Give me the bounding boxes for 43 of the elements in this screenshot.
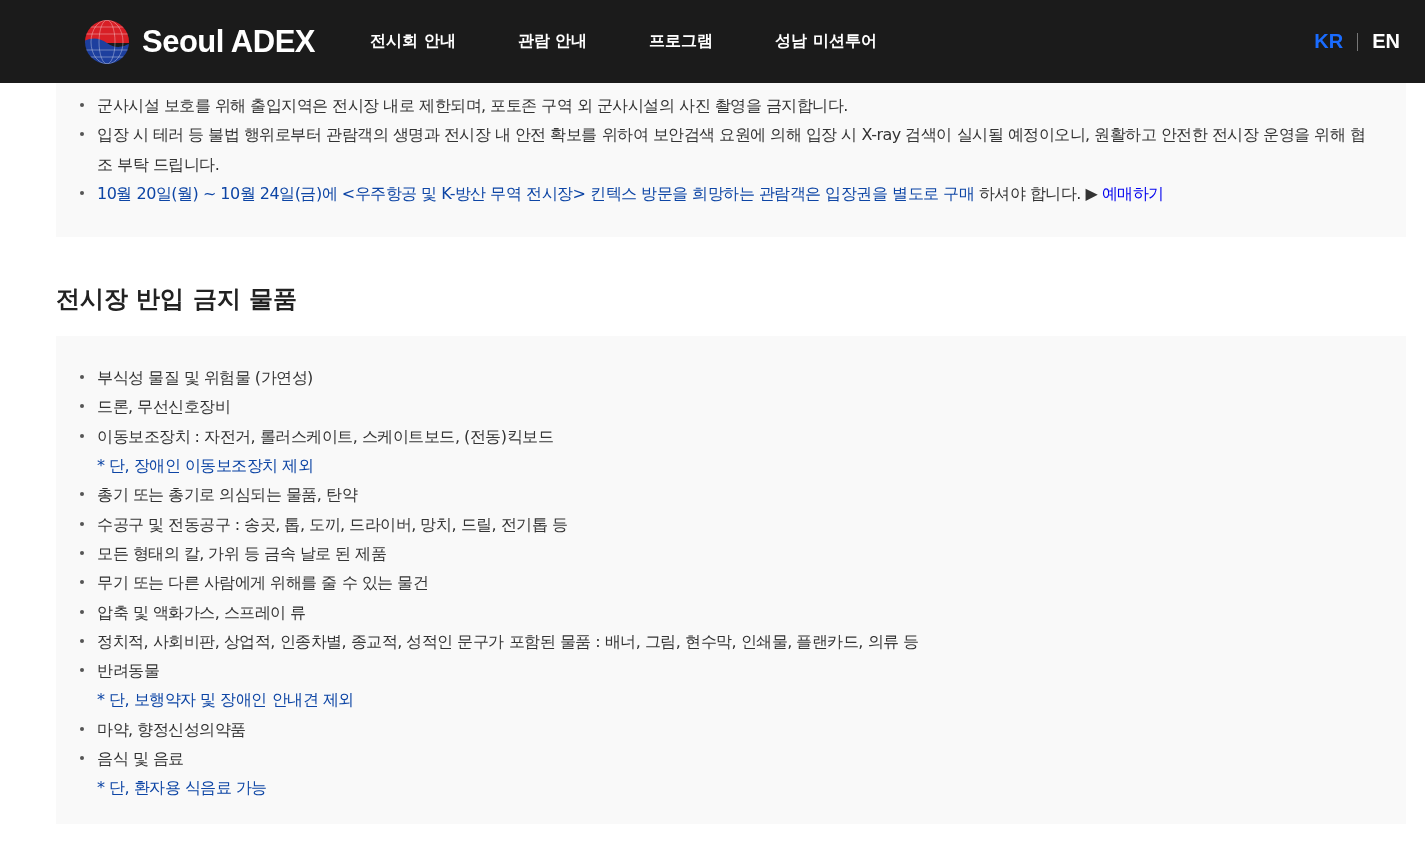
- nav-link[interactable]: 전시회 안내: [370, 31, 456, 52]
- banned-item-text: 총기 또는 총기로 의심되는 물품, 탄약: [97, 484, 357, 507]
- banned-item-text: 압축 및 액화가스, 스프레이 류: [97, 601, 306, 624]
- brand-name[interactable]: Seoul ADEX: [142, 23, 315, 60]
- bullet-icon: [80, 521, 84, 526]
- nav-link[interactable]: 성남 미션투어: [775, 31, 877, 52]
- exception-note: * 단, 보행약자 및 장애인 안내견 제외: [97, 689, 354, 712]
- banned-item-text: 수공구 및 전동공구 : 송곳, 톱, 도끼, 드라이버, 망치, 드릴, 전기톱 등: [97, 513, 568, 536]
- bullet-icon: [80, 433, 84, 438]
- notice-text: 입장 시 테러 등 불법 행위로부터 관람객의 생명과 전시장 내 안전 확보를 위하여 보안검색 요원에 의해 입장 시 X-ray 검색이 실시될 예정이오니, 원활하고 안전한 전시장 운영을 위해 협조 부탁 드립니다.: [97, 124, 1366, 176]
- language-link[interactable]: KR: [1314, 30, 1344, 53]
- bullet-icon: [80, 638, 84, 643]
- banned-item-text: 정치적, 사회비판, 상업적, 인종차별, 종교적, 성적인 문구가 포함된 물품 : 배너, 그림, 현수막, 인쇄물, 플랜카드, 의류 등: [97, 630, 919, 653]
- bullet-icon: [80, 756, 84, 761]
- bullet-icon: [80, 103, 84, 107]
- banned-item-text: 이동보조장치 : 자전거, 롤러스케이트, 스케이트보드, (전동)킥보드: [97, 425, 554, 448]
- exception-note: * 단, 환자용 식음료 가능: [97, 777, 267, 800]
- banned-item-text: 반려동물: [97, 660, 159, 683]
- banned-item-text: 모든 형태의 칼, 가위 등 금속 날로 된 제품: [97, 542, 387, 565]
- bullet-icon: [80, 609, 84, 614]
- nav-link[interactable]: 관람 안내: [517, 31, 588, 52]
- bullet-icon: [80, 375, 84, 380]
- globe-logo-icon: [84, 18, 130, 65]
- bullet-icon: [80, 580, 84, 585]
- notice-text: 10월 20일(월) ~ 10월 24일(금)에 <우주항공 및 K-방산 무역 전시장> 킨텍스 방문을 희망하는 관람객은 입장권을 별도로 구매 하셔야 합니다. ▶ 예매하기: [97, 182, 1164, 205]
- bullet-icon: [80, 668, 84, 673]
- bullet-icon: [80, 492, 84, 497]
- nav-link[interactable]: 프로그램: [649, 31, 714, 52]
- bullet-icon: [80, 550, 84, 555]
- language-link[interactable]: EN: [1372, 30, 1400, 53]
- bullet-icon: [80, 404, 84, 409]
- bullet-icon: [80, 726, 84, 731]
- reserve-link[interactable]: 예매하기: [1101, 183, 1164, 203]
- banned-item-text: 음식 및 음료: [97, 748, 184, 771]
- exception-note: * 단, 장애인 이동보조장치 제외: [97, 455, 314, 478]
- notice-text: 군사시설 보호를 위해 출입지역은 전시장 내로 제한되며, 포토존 구역 외 군사시설의 사진 촬영을 금지합니다.: [97, 95, 848, 117]
- banned-item-text: 무기 또는 다른 사람에게 위해를 줄 수 있는 물건: [97, 572, 429, 595]
- banned-item-text: 부식성 물질 및 위험물 (가연성): [97, 367, 313, 390]
- banned-item-text: 마약, 향정신성의약품: [97, 718, 246, 741]
- section-heading: 전시장 반입 금지 물품: [55, 284, 299, 316]
- bullet-icon: [80, 132, 84, 137]
- banned-item-text: 드론, 무선신호장비: [97, 396, 231, 419]
- bullet-icon: [80, 190, 84, 195]
